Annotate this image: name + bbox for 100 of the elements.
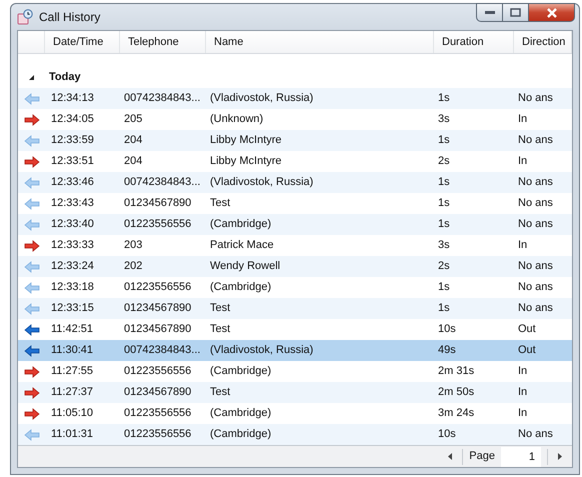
duration-text: 2m 31s xyxy=(437,364,476,380)
time-text: 12:33:18 xyxy=(50,280,95,296)
telephone-text: 204 xyxy=(123,154,144,170)
telephone-text: 202 xyxy=(123,259,144,274)
telephone-text: 01223556556 xyxy=(123,427,192,442)
telephone-text: 01223556556 xyxy=(123,406,192,422)
caller-name: Libby McIntyre xyxy=(209,133,283,148)
time-text: 12:34:05 xyxy=(50,112,95,128)
time-text: 11:05:10 xyxy=(50,406,94,422)
column-header[interactable]: Telephone xyxy=(120,31,206,53)
duration-text: 1s xyxy=(437,91,451,106)
time-text: 12:33:40 xyxy=(50,217,95,232)
time-text: 12:33:43 xyxy=(50,196,95,212)
caller-name: Libby McIntyre xyxy=(209,154,283,170)
duration-text: 3s xyxy=(437,112,451,128)
duration-text: 3s xyxy=(437,238,451,254)
direction-text: No ans xyxy=(517,301,554,316)
duration-text: 1s xyxy=(437,217,451,232)
close-button[interactable] xyxy=(529,3,575,22)
telephone-text: 205 xyxy=(123,112,144,128)
time-text: 12:33:51 xyxy=(50,154,95,170)
time-text: 12:33:46 xyxy=(50,175,95,190)
duration-text: 10s xyxy=(437,427,457,442)
direction-text: No ans xyxy=(517,280,554,296)
collapse-icon[interactable] xyxy=(28,74,35,81)
telephone-text: 204 xyxy=(123,133,144,148)
direction-text: In xyxy=(517,364,528,380)
time-text: 12:34:13 xyxy=(50,91,95,106)
telephone-text: 00742384843... xyxy=(123,343,202,358)
duration-text: 10s xyxy=(437,322,457,338)
time-text: 11:30:41 xyxy=(50,343,94,358)
telephone-text: 203 xyxy=(123,238,144,254)
minimize-icon xyxy=(484,10,494,14)
direction-text: In xyxy=(517,385,528,400)
phone-history-icon xyxy=(17,9,33,25)
maximize-icon xyxy=(510,8,521,17)
caller-name: Test xyxy=(209,196,232,212)
maximize-button[interactable] xyxy=(503,3,529,22)
telephone-text: 01234567890 xyxy=(123,385,192,400)
caller-name: (Cambridge) xyxy=(209,406,272,422)
caller-name: (Cambridge) xyxy=(209,427,272,442)
direction-text: Out xyxy=(517,343,537,358)
caller-name: (Cambridge) xyxy=(209,217,272,232)
duration-text: 1s xyxy=(437,196,451,212)
window-title: Call History xyxy=(39,9,100,26)
direction-text: No ans xyxy=(517,217,554,232)
direction-text: In xyxy=(517,238,528,254)
telephone-text: 01223556556 xyxy=(123,217,192,232)
caller-name: Test xyxy=(209,385,232,400)
column-header[interactable]: Direction xyxy=(514,31,572,53)
caller-name: Test xyxy=(209,322,232,338)
caller-name: (Vladivostok, Russia) xyxy=(209,91,314,106)
direction-text: No ans xyxy=(517,133,554,148)
direction-text: In xyxy=(517,406,528,422)
telephone-text: 01234567890 xyxy=(123,196,192,212)
duration-text: 2m 50s xyxy=(437,385,476,400)
duration-text: 49s xyxy=(437,343,457,358)
telephone-text: 00742384843... xyxy=(123,91,202,106)
page-field[interactable]: 1 xyxy=(501,446,541,466)
group-label: Today xyxy=(48,70,81,86)
time-text: 12:33:15 xyxy=(50,301,95,316)
telephone-text: 01223556556 xyxy=(123,280,192,296)
column-header[interactable]: Date/Time xyxy=(45,31,120,53)
column-header[interactable]: Name xyxy=(206,31,434,53)
caller-name: Test xyxy=(209,301,232,316)
caller-name: (Cambridge) xyxy=(209,364,272,380)
time-text: 11:27:37 xyxy=(50,385,94,400)
telephone-text: 01234567890 xyxy=(123,322,192,338)
direction-text: No ans xyxy=(517,91,554,106)
caller-name: Wendy Rowell xyxy=(209,259,282,274)
duration-text: 1s xyxy=(437,133,451,148)
time-text: 11:01:31 xyxy=(50,427,94,442)
caller-name: (Cambridge) xyxy=(209,280,272,296)
direction-text: No ans xyxy=(517,259,554,274)
page-label: Page xyxy=(469,449,495,464)
duration-text: 1s xyxy=(437,175,451,190)
left-triangle-icon xyxy=(448,452,452,460)
column-header[interactable]: Duration xyxy=(434,31,514,53)
right-triangle-icon xyxy=(558,452,562,460)
close-icon xyxy=(546,8,558,18)
duration-text: 1s xyxy=(437,280,451,296)
time-text: 12:33:59 xyxy=(50,133,95,148)
duration-text: 2s xyxy=(437,259,451,274)
telephone-text: 01223556556 xyxy=(123,364,192,380)
direction-text: In xyxy=(517,112,528,128)
caller-name: (Vladivostok, Russia) xyxy=(209,175,314,190)
direction-text: No ans xyxy=(517,175,554,190)
duration-text: 1s xyxy=(437,301,451,316)
caller-name: (Unknown) xyxy=(209,112,264,128)
time-text: 12:33:33 xyxy=(50,238,95,254)
time-text: 11:42:51 xyxy=(50,322,94,338)
direction-text: No ans xyxy=(517,196,554,212)
direction-text: Out xyxy=(517,322,537,338)
minimize-button[interactable] xyxy=(476,3,503,22)
duration-text: 2s xyxy=(437,154,451,170)
duration-text: 3m 24s xyxy=(437,406,476,422)
caller-name: (Vladivostok, Russia) xyxy=(209,343,314,358)
telephone-text: 00742384843... xyxy=(123,175,202,190)
time-text: 11:27:55 xyxy=(50,364,94,380)
direction-text: No ans xyxy=(517,427,554,442)
